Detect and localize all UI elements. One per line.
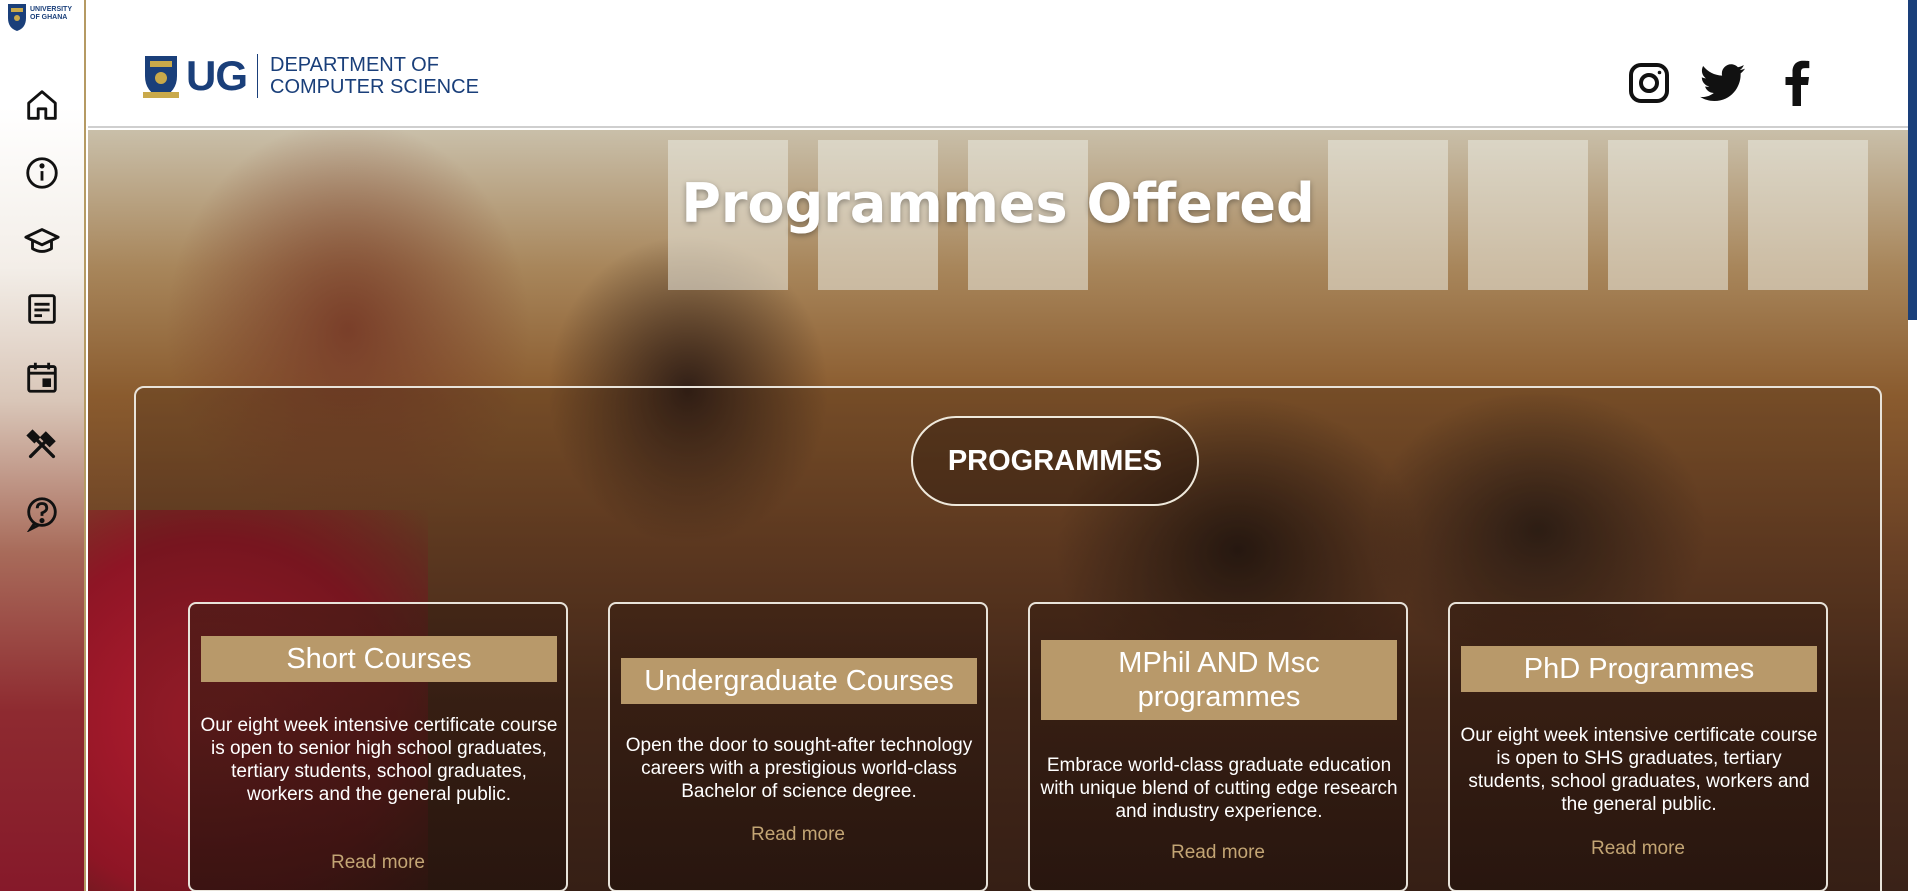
- facebook-icon[interactable]: [1774, 60, 1820, 106]
- scrollbar[interactable]: [1908, 0, 1917, 320]
- graduation-cap-icon[interactable]: [21, 220, 63, 262]
- instagram-icon[interactable]: [1626, 60, 1672, 106]
- department-name: DEPARTMENT OF COMPUTER SCIENCE: [270, 54, 479, 98]
- programme-card-description: Embrace world-class graduate education w…: [1040, 755, 1398, 822]
- tools-icon[interactable]: [21, 424, 63, 466]
- brand-divider: [257, 54, 258, 98]
- programme-card-title: Undergraduate Courses: [621, 658, 977, 704]
- site-header: UG DEPARTMENT OF COMPUTER SCIENCE: [88, 0, 1908, 128]
- page-title: Programmes Offered: [681, 172, 1315, 235]
- home-icon[interactable]: [21, 84, 63, 126]
- programme-card-description: Open the door to sought-after technology…: [625, 735, 973, 802]
- university-logo[interactable]: UNIVERSITY OF GHANA: [4, 2, 72, 32]
- programme-card-title: PhD Programmes: [1461, 646, 1817, 692]
- department-name-line1: DEPARTMENT OF: [270, 54, 439, 76]
- programme-card-title: MPhil AND Msc programmes: [1041, 640, 1397, 720]
- university-logo-label: OF GHANA: [30, 14, 67, 21]
- programme-card-description: Our eight week intensive certificate cou…: [1460, 725, 1818, 815]
- programme-card-description: Our eight week intensive certificate cou…: [200, 715, 558, 805]
- calendar-icon[interactable]: [21, 356, 63, 398]
- crest-icon: [143, 56, 179, 98]
- department-logo[interactable]: UG DEPARTMENT OF COMPUTER SCIENCE: [143, 52, 479, 100]
- read-more-link[interactable]: Read more: [610, 824, 986, 846]
- crest-icon: UNIVERSITY OF GHANA: [8, 4, 72, 31]
- document-icon[interactable]: [21, 288, 63, 330]
- read-more-link[interactable]: Read more: [1030, 842, 1406, 864]
- programme-card-mphil-msc[interactable]: MPhil AND Msc programmes Embrace world-c…: [1028, 602, 1408, 891]
- help-icon[interactable]: [21, 492, 63, 534]
- read-more-link[interactable]: Read more: [1450, 838, 1826, 860]
- programme-card-phd[interactable]: PhD Programmes Our eight week intensive …: [1448, 602, 1828, 891]
- social-links: [1626, 60, 1820, 106]
- twitter-icon[interactable]: [1700, 60, 1746, 106]
- read-more-link[interactable]: Read more: [190, 852, 566, 874]
- sidebar: UNIVERSITY OF GHANA: [0, 0, 86, 891]
- programme-card-undergraduate[interactable]: Undergraduate Courses Open the door to s…: [608, 602, 988, 891]
- department-name-line2: COMPUTER SCIENCE: [270, 76, 479, 98]
- brand-short: UG: [186, 52, 248, 99]
- programme-card-title: Short Courses: [201, 636, 557, 682]
- programme-card-short-courses[interactable]: Short Courses Our eight week intensive c…: [188, 602, 568, 891]
- hero-section: Programmes Offered PROGRAMMES Short Cour…: [88, 130, 1908, 891]
- programmes-panel: PROGRAMMES Short Courses Our eight week …: [134, 386, 1882, 891]
- university-logo-label: UNIVERSITY: [30, 6, 72, 13]
- info-icon[interactable]: [21, 152, 63, 194]
- programmes-section-button[interactable]: PROGRAMMES: [911, 416, 1199, 506]
